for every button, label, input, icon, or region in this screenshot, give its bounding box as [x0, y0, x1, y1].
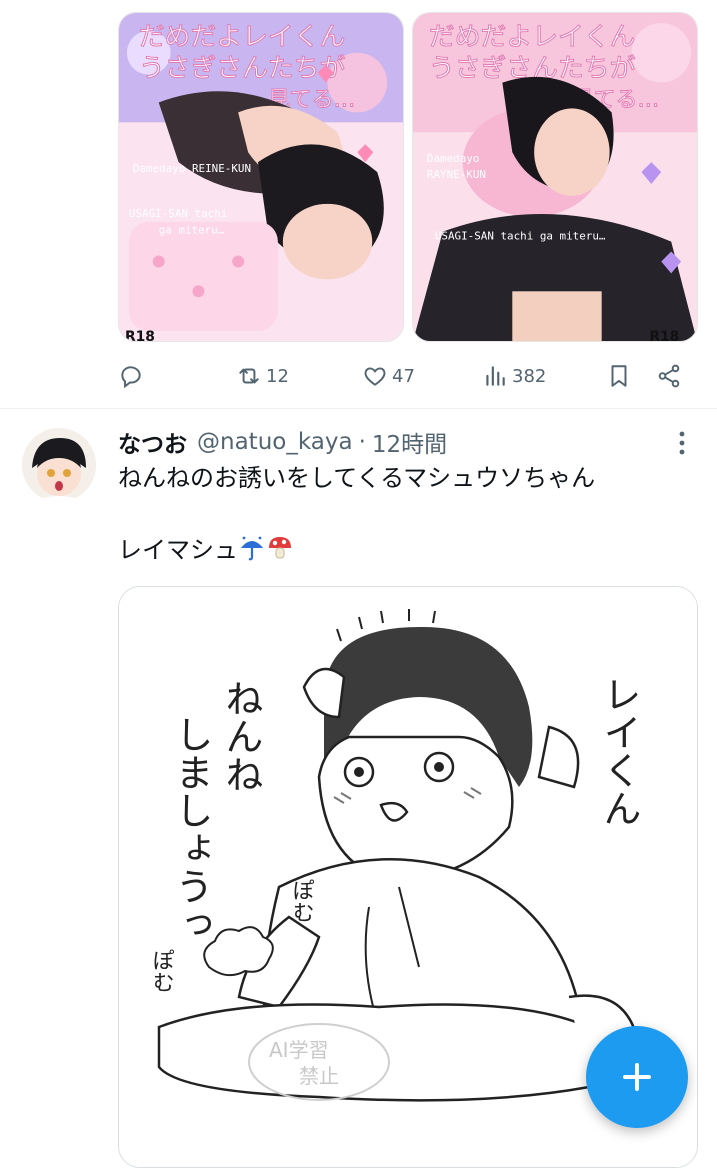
views-icon	[486, 366, 505, 386]
compose-button[interactable]	[586, 1026, 688, 1128]
tweet-text-line-1: ねんねのお誘いをしてくるマシュウソちゃん	[118, 464, 596, 492]
avatar[interactable]	[22, 428, 96, 502]
share-icon	[658, 364, 680, 388]
tweet-text: ねんねのお誘いをしてくるマシュウソちゃん レイマシュ	[118, 460, 688, 568]
like-button[interactable]: 47	[362, 356, 415, 396]
reply-button[interactable]	[118, 356, 144, 396]
media-subtitle-2: RAYNE-KUN	[427, 168, 486, 181]
retweet-button[interactable]: 12	[236, 356, 289, 396]
r18-badge: R18	[125, 329, 155, 341]
hand-text-1: ねんね	[219, 679, 263, 793]
r18-badge: R18	[649, 329, 679, 341]
retweet-icon	[239, 368, 259, 384]
views-button[interactable]: 382	[482, 356, 546, 396]
user-handle[interactable]: @natuo_kaya	[197, 429, 353, 455]
media-subtitle-3: USAGI-SAN tachi ga miteru…	[435, 230, 606, 243]
media-subtitle-2: USAGI-SAN tachi	[129, 207, 227, 220]
bookmark-button[interactable]	[606, 356, 632, 396]
more-options-button[interactable]	[672, 428, 692, 458]
media-image-1[interactable]: だめだよレイくん うさぎさんたちが 見てる… Damedayo REINE-KU…	[118, 12, 404, 342]
tweet-time[interactable]: 12時間	[372, 425, 447, 459]
media-grid: だめだよレイくん うさぎさんたちが 見てる… Damedayo REINE-KU…	[118, 12, 698, 342]
media-subtitle-1: Damedayo	[427, 152, 480, 165]
views-count: 382	[512, 365, 547, 387]
sfx-pomu-1: ぽむ	[289, 879, 314, 923]
tweet-divider	[0, 408, 717, 409]
watermark-line-2: 禁止	[299, 1064, 339, 1088]
reply-icon	[121, 366, 141, 389]
hand-text-2: しましょうっ	[169, 715, 213, 943]
mushroom-icon	[266, 534, 294, 572]
media-title-line-2: うさぎさんたちが	[139, 54, 346, 84]
like-count: 47	[392, 365, 415, 387]
tweet-text-line-2-text: レイマシュ	[118, 536, 238, 564]
media-title-line-1: だめだよレイくん	[429, 22, 636, 52]
watermark-line-1: AI学習	[269, 1038, 329, 1062]
display-name[interactable]: なつお	[118, 425, 187, 459]
tweet-actions: 12 47 382	[118, 356, 696, 396]
bookmark-icon	[611, 365, 627, 387]
media-subtitle-1: Damedayo REINE-KUN	[133, 162, 251, 175]
share-button[interactable]	[656, 356, 682, 396]
plus-icon	[623, 1063, 651, 1091]
tweet-text-line-2: レイマシュ	[118, 532, 688, 568]
separator-dot: ·	[358, 429, 366, 455]
tweet-header: なつお @natuo_kaya · 12時間	[118, 424, 447, 460]
more-vertical-icon	[679, 431, 685, 455]
retweet-count: 12	[266, 365, 289, 387]
sfx-pomu-2: ぽむ	[149, 949, 174, 993]
umbrella-icon	[238, 534, 266, 572]
hand-text-3: レイくん	[597, 675, 641, 827]
media-title-line-1: だめだよレイくん	[139, 22, 346, 52]
tweet-text-spacer	[118, 496, 688, 532]
heart-icon	[364, 367, 386, 386]
media-image-2[interactable]: だめだよレイくん うさぎさんたちが 見てる… Damedayo RAYNE-KU…	[412, 12, 698, 342]
media-subtitle-3: ga miteru…	[159, 224, 225, 237]
